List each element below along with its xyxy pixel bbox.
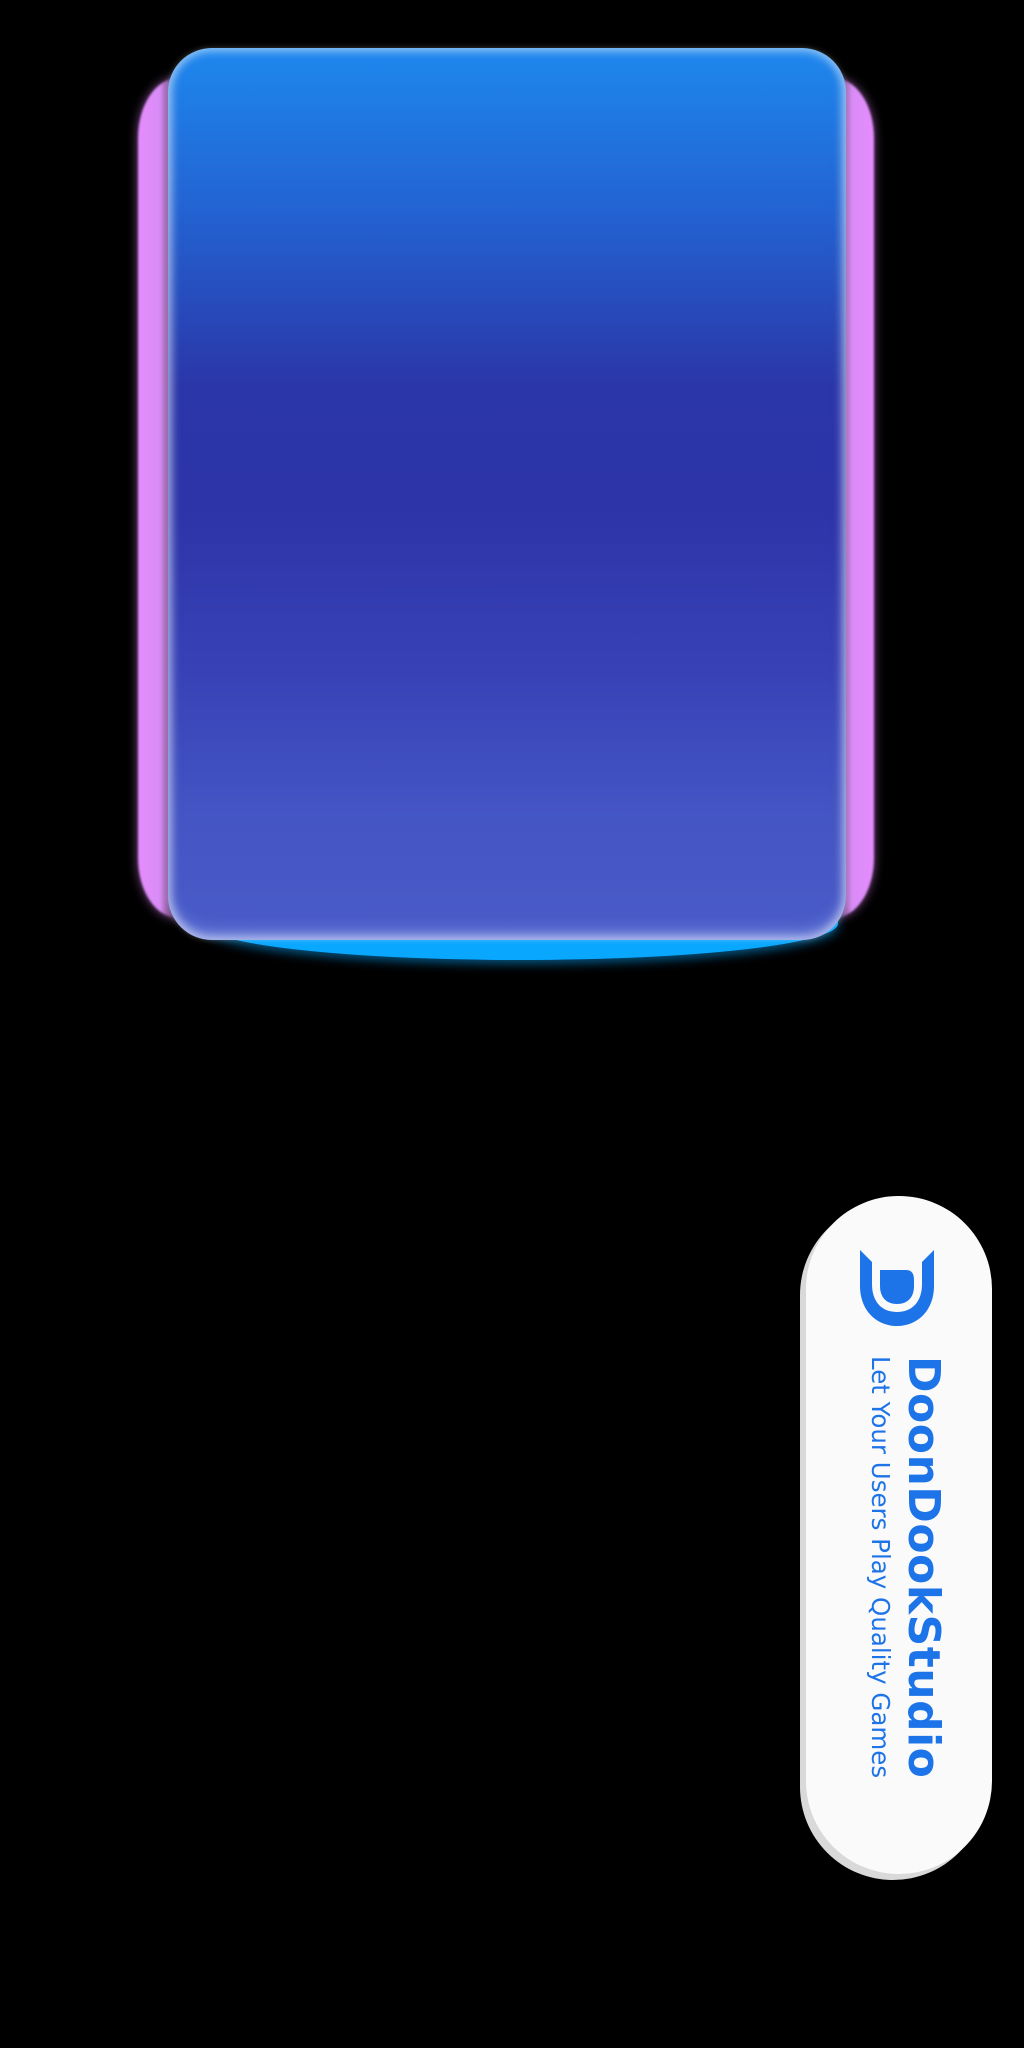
game-panel — [138, 48, 874, 978]
brand-badge: DoonDookStudio Let Your Users Play Quali… — [806, 1196, 992, 1874]
doondook-d-logo-icon — [860, 1250, 934, 1326]
brand-tagline: Let Your Users Play Quality Games — [866, 1356, 895, 1779]
panel-body — [168, 48, 846, 940]
brand-name: DoonDookStudio — [898, 1356, 949, 1779]
